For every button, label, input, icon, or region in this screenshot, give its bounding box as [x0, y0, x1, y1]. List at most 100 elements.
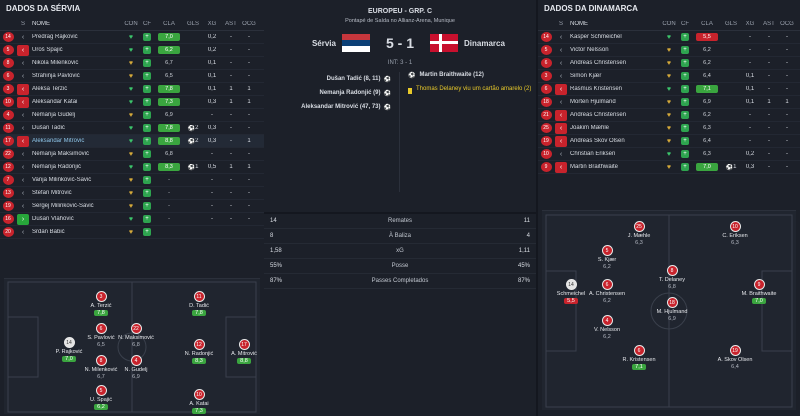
- player-name[interactable]: Morten Hjulmand: [568, 99, 660, 105]
- table-row[interactable]: 20 ‹ Srđan Babić ♥ +: [0, 226, 264, 239]
- table-row[interactable]: 11 ‹ Dušan Tadić ♥ +7,8 ⚽ 2 0,3 - -: [0, 122, 264, 135]
- player-name[interactable]: Christian Eriksen: [568, 151, 660, 157]
- pitch-player[interactable]: 18 M. Hjulmand 6,9: [637, 297, 707, 322]
- sub-cell[interactable]: ‹: [554, 47, 568, 54]
- table-row[interactable]: 5 ‹ Victor Nelsson ♥ +6,2 - - -: [538, 44, 800, 57]
- table-row[interactable]: 3 ‹ Simon Kjær ♥ +6,4 0,1 - -: [538, 70, 800, 83]
- table-row[interactable]: 12 ‹ Nemanja Radonjić ♥ +8,3 ⚽ 1 0,5 1 1: [0, 161, 264, 174]
- column-header[interactable]: NOME: [568, 21, 660, 27]
- player-name[interactable]: Srđan Babić: [30, 229, 122, 235]
- player-name[interactable]: Nikola Milenković: [30, 60, 122, 66]
- sub-cell[interactable]: ‹: [554, 161, 568, 173]
- sub-cell[interactable]: ‹: [16, 190, 30, 197]
- table-row[interactable]: 10 ‹ Christian Eriksen ♥ +6,3 0,2 - -: [538, 148, 800, 161]
- column-header[interactable]: CF: [678, 21, 692, 27]
- pitch-player[interactable]: 4 N. Gudelj 6,9: [101, 355, 171, 380]
- player-name[interactable]: Victor Nelsson: [568, 47, 660, 53]
- table-row[interactable]: 13 ‹ Stefan Mitrović ♥ + - - - -: [0, 187, 264, 200]
- table-row[interactable]: 21 ‹ Andreas Christensen ♥ +6,2 - - -: [538, 109, 800, 122]
- scorer-name[interactable]: Nemanja Radonjić (9): [320, 90, 381, 96]
- sub-out-icon[interactable]: ‹: [17, 83, 29, 95]
- scorer-name[interactable]: Dušan Tadić (8, 11): [327, 76, 381, 82]
- table-row[interactable]: 10 ‹ Aleksandar Katai ♥ +7,3 0,3 1 1: [0, 96, 264, 109]
- column-header[interactable]: CLA: [692, 21, 722, 27]
- pitch-player[interactable]: 5 S. Kjær 6,2: [572, 245, 642, 270]
- pitch-player[interactable]: 25 J. Mæhle 6,3: [604, 221, 674, 246]
- sub-cell[interactable]: ‹: [16, 164, 30, 171]
- player-name[interactable]: Aleksa Terzić: [30, 86, 122, 92]
- column-header[interactable]: GLS: [722, 21, 740, 27]
- sub-cell[interactable]: ‹: [16, 73, 30, 80]
- player-name[interactable]: Uroš Spajić: [30, 47, 122, 53]
- table-row[interactable]: 16 › Dušan Vlahović ♥ + - - - -: [0, 213, 264, 226]
- sub-cell[interactable]: ‹: [554, 135, 568, 147]
- sub-cell[interactable]: ‹: [16, 96, 30, 108]
- table-row[interactable]: 18 ‹ Morten Hjulmand ♥ +6,9 0,1 1 1: [538, 96, 800, 109]
- column-header[interactable]: OCG: [778, 21, 796, 27]
- sub-out-icon[interactable]: ‹: [555, 135, 567, 147]
- pitch-player[interactable]: 5 U. Spajić 6,2: [66, 385, 136, 410]
- player-name[interactable]: Rasmus Kristensen: [568, 86, 660, 92]
- column-header[interactable]: CLA: [154, 21, 184, 27]
- pitch-player[interactable]: 8 T. Delaney 6,8: [637, 265, 707, 290]
- table-row[interactable]: 4 ‹ Nemanja Gudelj ♥ +6,9 - - -: [0, 109, 264, 122]
- pitch-player[interactable]: 6 R. Kristensen 7,1: [604, 345, 674, 370]
- column-header[interactable]: AST: [760, 21, 778, 27]
- sub-cell[interactable]: ‹: [554, 34, 568, 41]
- sub-out-icon[interactable]: ‹: [555, 109, 567, 121]
- event-text[interactable]: Martin Braithwaite (12): [419, 72, 483, 78]
- table-row[interactable]: 7 ‹ Vanja Milinković-Savić ♥ + - - - -: [0, 174, 264, 187]
- sub-out-icon[interactable]: ‹: [17, 135, 29, 147]
- player-name[interactable]: Martin Braithwaite: [568, 164, 660, 170]
- column-header[interactable]: GLS: [184, 21, 202, 27]
- sub-out-icon[interactable]: ‹: [17, 96, 29, 108]
- sub-cell[interactable]: ‹: [16, 112, 30, 119]
- table-row[interactable]: 25 ‹ Joakim Mæhle ♥ +6,3 - - -: [538, 122, 800, 135]
- sub-cell[interactable]: ›: [16, 213, 30, 225]
- player-name[interactable]: Aleksandar Mitrović: [30, 138, 122, 144]
- table-row[interactable]: 6 ‹ Strahinja Pavlović ♥ +6,5 0,1 - -: [0, 70, 264, 83]
- sub-cell[interactable]: ‹: [16, 125, 30, 132]
- pitch-player[interactable]: 19 A. Skov Olsen 6,4: [700, 345, 770, 370]
- column-header[interactable]: AST: [222, 21, 240, 27]
- player-name[interactable]: Strahinja Pavlović: [30, 73, 122, 79]
- sub-cell[interactable]: ‹: [16, 44, 30, 56]
- table-row[interactable]: 22 ‹ Nemanja Maksimović ♥ +6,8 - - -: [0, 148, 264, 161]
- player-name[interactable]: Joakim Mæhle: [568, 125, 660, 131]
- column-header[interactable]: S: [16, 21, 30, 27]
- pitch-player[interactable]: 10 C. Eriksen 6,3: [700, 221, 770, 246]
- player-name[interactable]: Nemanja Radonjić: [30, 164, 122, 170]
- player-name[interactable]: Andreas Skov Olsen: [568, 138, 660, 144]
- sub-cell[interactable]: ‹: [16, 229, 30, 236]
- sub-out-icon[interactable]: ‹: [555, 161, 567, 173]
- sub-cell[interactable]: ‹: [554, 151, 568, 158]
- table-row[interactable]: 3 ‹ Aleksa Terzić ♥ +7,8 0,1 1 1: [0, 83, 264, 96]
- player-name[interactable]: Andreas Christensen: [568, 60, 660, 66]
- sub-cell[interactable]: ‹: [554, 73, 568, 80]
- pitch-player[interactable]: 10 A. Katai 7,3: [164, 389, 234, 414]
- column-header[interactable]: CON: [660, 21, 678, 27]
- sub-out-icon[interactable]: ‹: [555, 83, 567, 95]
- sub-cell[interactable]: ‹: [16, 203, 30, 210]
- pitch-player[interactable]: 11 D. Tadić 7,8: [164, 291, 234, 316]
- pitch-player[interactable]: 3 A. Terzić 7,8: [66, 291, 136, 316]
- home-team-name[interactable]: Sérvia: [276, 39, 336, 48]
- sub-cell[interactable]: ‹: [554, 99, 568, 106]
- table-row[interactable]: 19 ‹ Andreas Skov Olsen ♥ +6,4 - - -: [538, 135, 800, 148]
- pitch-player[interactable]: 4 V. Nelsson 6,2: [572, 315, 642, 340]
- column-header[interactable]: NOME: [30, 21, 122, 27]
- player-name[interactable]: Aleksandar Katai: [30, 99, 122, 105]
- table-row[interactable]: 5 ‹ Uroš Spajić ♥ +6,2 0,2 - -: [0, 44, 264, 57]
- table-row[interactable]: 14 ‹ Predrag Rajković ♥ +7,0 0,2 - -: [0, 31, 264, 44]
- scorer-name[interactable]: Aleksandar Mitrović (47, 73): [301, 104, 380, 110]
- sub-cell[interactable]: ‹: [554, 83, 568, 95]
- player-name[interactable]: Predrag Rajković: [30, 34, 122, 40]
- pitch-player[interactable]: 6 A. Christensen 6,2: [572, 279, 642, 304]
- pitch-player[interactable]: 9 M. Braithwaite 7,0: [724, 279, 794, 304]
- player-name[interactable]: Kasper Schmeichel: [568, 34, 660, 40]
- column-header[interactable]: XG: [740, 21, 760, 27]
- player-name[interactable]: Stefan Mitrović: [30, 190, 122, 196]
- column-header[interactable]: CF: [140, 21, 154, 27]
- sub-cell[interactable]: ‹: [16, 151, 30, 158]
- sub-cell[interactable]: ‹: [554, 60, 568, 67]
